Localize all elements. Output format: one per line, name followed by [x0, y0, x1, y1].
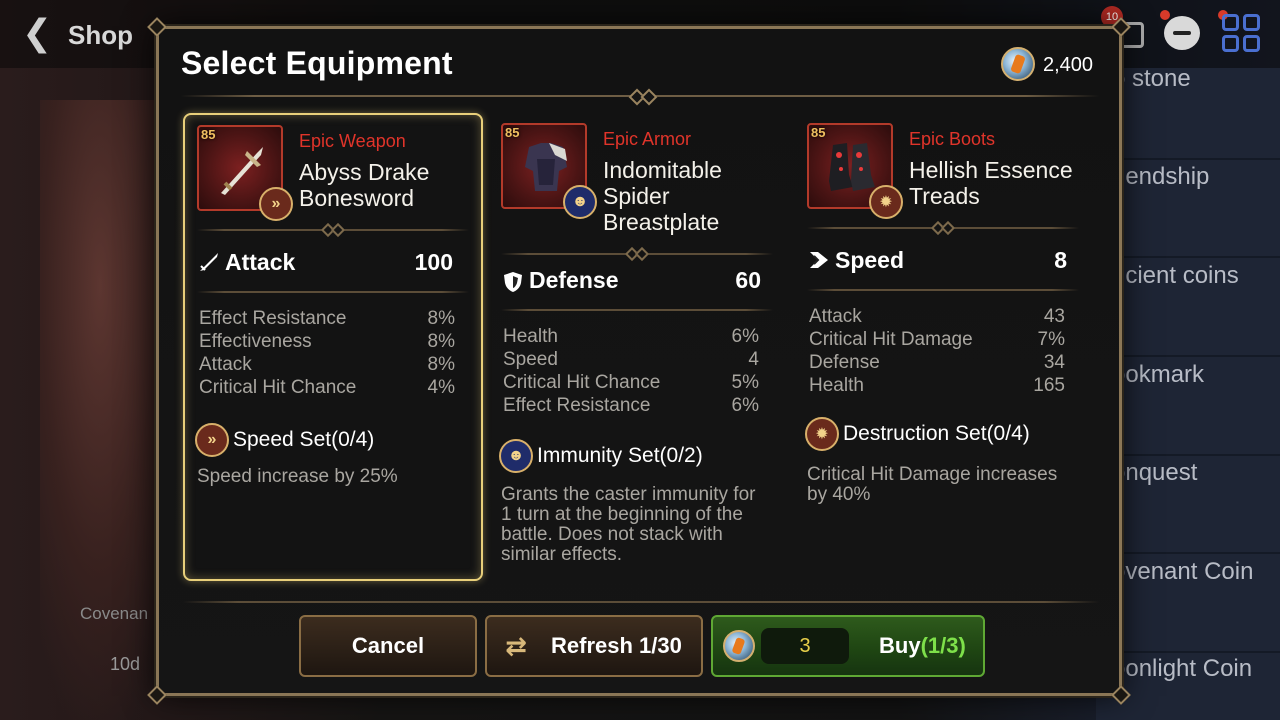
- immunity-set-badge-icon: ☻: [563, 185, 597, 219]
- main-stat-value: 60: [735, 267, 761, 293]
- card-divider: [197, 291, 469, 293]
- destruction-set-badge-icon: ✹: [869, 185, 903, 219]
- equipment-card-weapon[interactable]: 85 » Epic Weapon Abyss Drake Bonesword A…: [183, 113, 483, 581]
- buy-price: 3: [761, 628, 849, 664]
- substat-row: Attack 8%: [199, 354, 455, 375]
- shop-category-item[interactable]: ncient coins: [1096, 264, 1280, 357]
- main-stat-value: 100: [414, 249, 453, 275]
- card-divider: [807, 289, 1079, 291]
- shield-icon: [501, 270, 525, 294]
- item-rarity: Epic Weapon: [299, 131, 406, 151]
- chat-icon[interactable]: [1164, 16, 1200, 50]
- set-name: Immunity Set(0/2): [537, 444, 703, 467]
- boots-item-icon: [829, 143, 875, 191]
- substat-row: Speed 4: [503, 349, 759, 370]
- shop-left-label: Covenan: [80, 604, 149, 623]
- shop-category-item[interactable]: ookmark: [1096, 363, 1280, 456]
- divider-ornament: [315, 225, 349, 235]
- divider-ornament: [619, 249, 653, 259]
- currency-amount: 2,400: [1043, 54, 1094, 76]
- skystone-coin-icon: [723, 630, 755, 662]
- set-description: Grants the caster immunity for 1 turn at…: [501, 484, 756, 565]
- item-rarity: Epic Boots: [909, 129, 996, 149]
- item-name: Indomitable Spider Breastplate: [603, 157, 722, 235]
- shop-category-item[interactable]: ovenant Coin: [1096, 560, 1280, 653]
- main-stat-name: Speed: [835, 247, 905, 273]
- refresh-icon: ⇄: [505, 631, 527, 661]
- item-level: 85: [201, 127, 216, 142]
- substat-row: Effect Resistance 8%: [199, 308, 455, 329]
- card-divider: [501, 309, 773, 311]
- set-name: Speed Set(0/4): [233, 428, 375, 451]
- substat-row: Critical Hit Damage 7%: [809, 329, 1065, 350]
- select-equipment-dialog: Select Equipment 2,400 85 » Epic Weapon …: [147, 17, 1131, 705]
- item-name: Abyss Drake Bonesword: [299, 159, 430, 211]
- set-description: Critical Hit Damage increases by 40%: [807, 464, 1058, 505]
- substat-row: Critical Hit Chance 5%: [503, 372, 759, 393]
- buy-label: Buy(1/3): [879, 633, 966, 658]
- substat-row: Attack 43: [809, 306, 1065, 327]
- shop-category-list: o stone riendship ncient coins ookmark o…: [1096, 67, 1280, 720]
- substat-row: Critical Hit Chance 4%: [199, 377, 455, 398]
- equipment-card-boots[interactable]: 85 ✹ Epic Boots Hellish Essence Treads S…: [795, 113, 1095, 581]
- set-name: Destruction Set(0/4): [843, 422, 1030, 445]
- refresh-button[interactable]: ⇄ Refresh 1/30: [485, 615, 703, 677]
- item-rarity: Epic Armor: [603, 129, 692, 149]
- menu-grid-icon[interactable]: [1222, 14, 1260, 52]
- main-stat-name: Attack: [225, 249, 296, 275]
- speed-icon: [807, 248, 831, 272]
- refresh-label: Refresh 1/30: [551, 633, 682, 658]
- divider-ornament: [925, 223, 959, 233]
- main-stat-name: Defense: [529, 267, 619, 293]
- immunity-set-icon: ☻: [499, 439, 533, 473]
- armor-item-icon: [525, 143, 567, 191]
- substat-list: Health 6% Speed 4 Critical Hit Chance 5% Ef…: [503, 325, 759, 417]
- substat-row: Effect Resistance 6%: [503, 395, 759, 416]
- sword-item-icon: [221, 147, 263, 195]
- shop-title: Shop: [68, 20, 133, 50]
- shop-category-item[interactable]: riendship: [1096, 165, 1280, 258]
- dialog-title: Select Equipment: [181, 45, 453, 81]
- substat-list: Attack 43 Critical Hit Damage 7% Defense 34…: [809, 305, 1065, 397]
- buy-count: (1/3): [920, 633, 966, 658]
- footer-divider: [183, 601, 1099, 603]
- destruction-set-icon: ✹: [805, 417, 839, 451]
- substat-list: Effect Resistance 8% Effectiveness 8% Atta…: [199, 307, 455, 399]
- speed-set-badge-icon: »: [259, 187, 293, 221]
- shop-category-item[interactable]: onquest: [1096, 461, 1280, 554]
- equipment-card-armor[interactable]: 85 ☻ Epic Armor Indomitable Spider Breas…: [489, 113, 789, 581]
- item-name: Hellish Essence Treads: [909, 157, 1073, 209]
- substat-row: Defense 34: [809, 352, 1065, 373]
- skystone-coin-icon: [1001, 47, 1035, 81]
- chat-notification-dot: [1160, 10, 1170, 20]
- speed-set-icon: »: [195, 423, 229, 457]
- back-arrow-icon[interactable]: ❮: [22, 15, 52, 51]
- substat-row: Health 165: [809, 375, 1065, 396]
- shop-category-item[interactable]: o stone: [1096, 67, 1280, 160]
- item-level: 85: [811, 125, 826, 140]
- set-description: Speed increase by 25%: [197, 466, 398, 487]
- sword-icon: [197, 250, 221, 274]
- substat-row: Health 6%: [503, 326, 759, 347]
- divider-ornament: [625, 91, 659, 101]
- buy-button[interactable]: 3 Buy(1/3): [711, 615, 985, 677]
- shop-left-timer: 10d: [110, 654, 141, 674]
- item-level: 85: [505, 125, 520, 140]
- substat-row: Effectiveness 8%: [199, 331, 455, 352]
- cancel-button[interactable]: Cancel: [299, 615, 477, 677]
- main-stat-value: 8: [1054, 247, 1067, 273]
